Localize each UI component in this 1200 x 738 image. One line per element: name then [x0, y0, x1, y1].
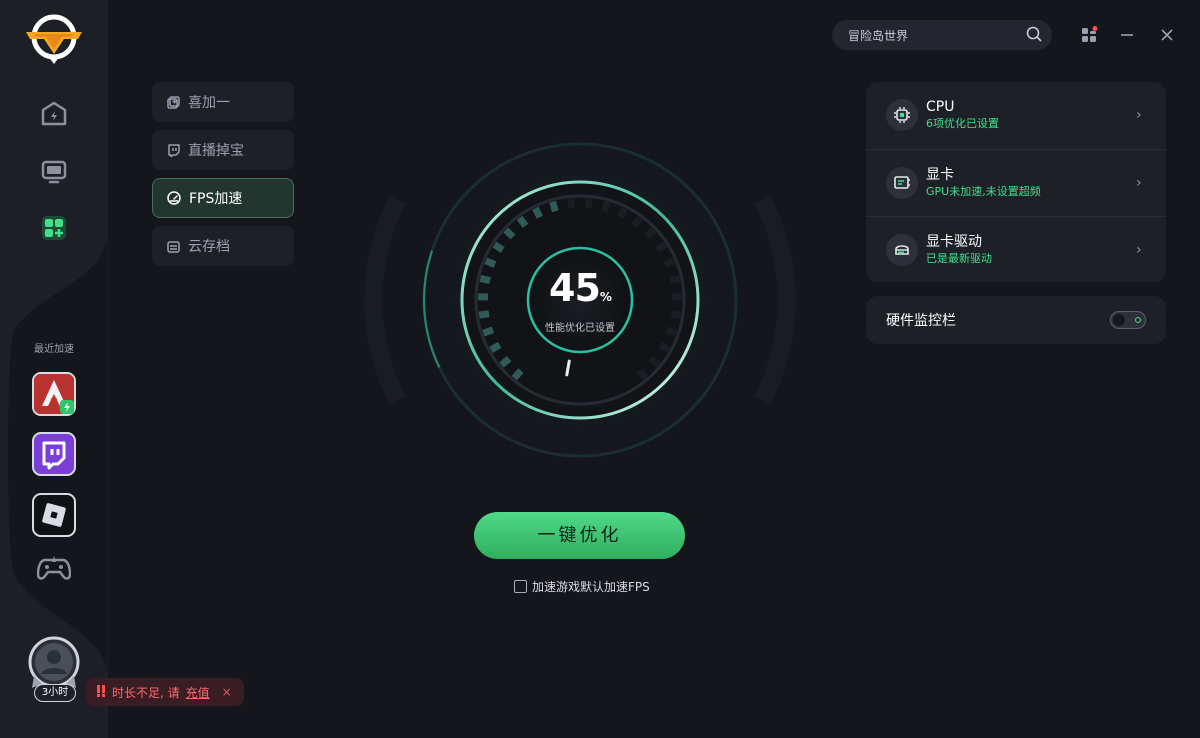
twitch-icon[interactable] [32, 432, 76, 476]
gauge-tick [503, 227, 516, 240]
apps-icon[interactable] [1078, 24, 1100, 46]
close-icon[interactable] [1156, 24, 1178, 46]
gauge-tick [670, 310, 682, 319]
chevron-right-icon: › [1136, 107, 1142, 123]
gauge-tick [665, 326, 678, 337]
monitor-label: 硬件监控栏 [886, 313, 956, 329]
home-icon[interactable] [38, 98, 70, 130]
gamepad-icon[interactable] [36, 552, 72, 584]
hardware-row-gpu[interactable]: 显卡 GPU未加速,未设置超频 › [866, 149, 1166, 215]
logo[interactable] [24, 12, 84, 64]
row-title: 显卡 [926, 166, 954, 183]
gauge-tick [636, 368, 649, 381]
gauge-value: 45 [549, 266, 601, 310]
gauge-unit: % [599, 290, 612, 304]
recent-label: 最近加速 [34, 344, 74, 355]
time-badge: 3小时 [34, 684, 76, 702]
gauge-tick [478, 310, 490, 319]
gauge-tick [516, 215, 529, 228]
gauge-tick [532, 206, 543, 219]
chevron-right-icon: › [1136, 174, 1142, 191]
gauge-tick [658, 341, 671, 353]
gauge-tick [644, 227, 657, 240]
speedometer-icon [167, 191, 181, 205]
gauge-tick [549, 200, 559, 213]
submenu-item-gift[interactable]: 喜加一 [152, 82, 294, 122]
apps-grid-icon[interactable] [38, 212, 70, 244]
gauge-tick [479, 274, 491, 284]
apex-game-icon[interactable] [32, 372, 76, 416]
submenu-label: 直播掉宝 [188, 143, 244, 159]
roblox-icon[interactable] [32, 493, 76, 537]
checkbox-label: 加速游戏默认加速FPS [532, 580, 650, 594]
search-icon[interactable] [1026, 26, 1042, 45]
checkbox-box[interactable] [514, 580, 527, 593]
hardware-panel: CPU 6项优化已设置 › 显卡 GPU未加速,未设置超频 › 显卡驱动 已是最… [866, 82, 1166, 282]
submenu-label: 云存档 [188, 239, 230, 255]
gauge-tick [669, 274, 681, 284]
gauge-tick [601, 200, 611, 213]
search-input[interactable]: 冒险岛世界 [832, 20, 1052, 50]
minimize-icon[interactable] [1116, 24, 1138, 46]
gauge-tick [663, 257, 676, 268]
gauge-tick [648, 355, 661, 368]
default-fps-checkbox[interactable]: 加速游戏默认加速FPS [514, 578, 650, 595]
toggle-knob [1113, 314, 1125, 326]
row-subtitle: GPU未加速,未设置超频 [926, 184, 1041, 198]
submenu-item-live[interactable]: 直播掉宝 [152, 130, 294, 170]
gauge-tick [584, 198, 593, 209]
gauge-tick [489, 341, 502, 353]
optimize-button[interactable]: 一键优化 [474, 512, 685, 559]
submenu-label: 喜加一 [188, 95, 230, 111]
gpu-icon [886, 166, 918, 199]
gauge-subtitle: 性能优化已设置 [545, 323, 615, 334]
search-placeholder: 冒险岛世界 [848, 28, 909, 43]
hardware-row-driver[interactable]: 显卡驱动 已是最新驱动 › [866, 216, 1166, 282]
alert-icon [96, 684, 106, 700]
toggle-indicator [1135, 317, 1141, 323]
toast-text: 时长不足, 请 [112, 685, 180, 700]
gauge-tick [511, 368, 524, 381]
recharge-toast: 时长不足, 请 充值 × [86, 678, 244, 706]
gauge-tick [631, 215, 644, 228]
cloud-save-icon [166, 239, 180, 253]
gauge-tick [484, 257, 497, 268]
cpu-icon [886, 99, 918, 131]
gauge-tick [482, 326, 495, 337]
monitor-icon[interactable] [38, 156, 70, 188]
hardware-monitor-setting: 硬件监控栏 [866, 296, 1166, 344]
row-subtitle: 已是最新驱动 [926, 251, 992, 265]
chevron-right-icon: › [1136, 241, 1142, 258]
row-title: 显卡驱动 [926, 233, 982, 250]
monitor-toggle[interactable] [1110, 311, 1146, 329]
sidebar: 最近加速 3小时 [0, 0, 108, 738]
toast-close-icon[interactable]: × [222, 685, 232, 699]
recharge-link[interactable]: 充值 [186, 684, 210, 701]
gauge-tick [492, 241, 505, 253]
gauge-readout: 45% 性能优化已设置 [530, 266, 630, 334]
gauge-tick [499, 355, 512, 368]
submenu-item-fps[interactable]: FPS加速 [152, 178, 294, 218]
gauge-tick [655, 241, 668, 253]
gift-icon [166, 95, 180, 109]
row-title: CPU [926, 99, 955, 115]
hardware-row-cpu[interactable]: CPU 6项优化已设置 › [866, 82, 1166, 148]
live-icon [166, 143, 180, 157]
gauge-tick [617, 206, 628, 219]
submenu-item-cloud-save[interactable]: 云存档 [152, 226, 294, 266]
submenu-label: FPS加速 [189, 191, 243, 207]
gauge-tick [567, 198, 576, 209]
driver-icon [886, 233, 918, 266]
row-subtitle: 6项优化已设置 [926, 117, 999, 130]
